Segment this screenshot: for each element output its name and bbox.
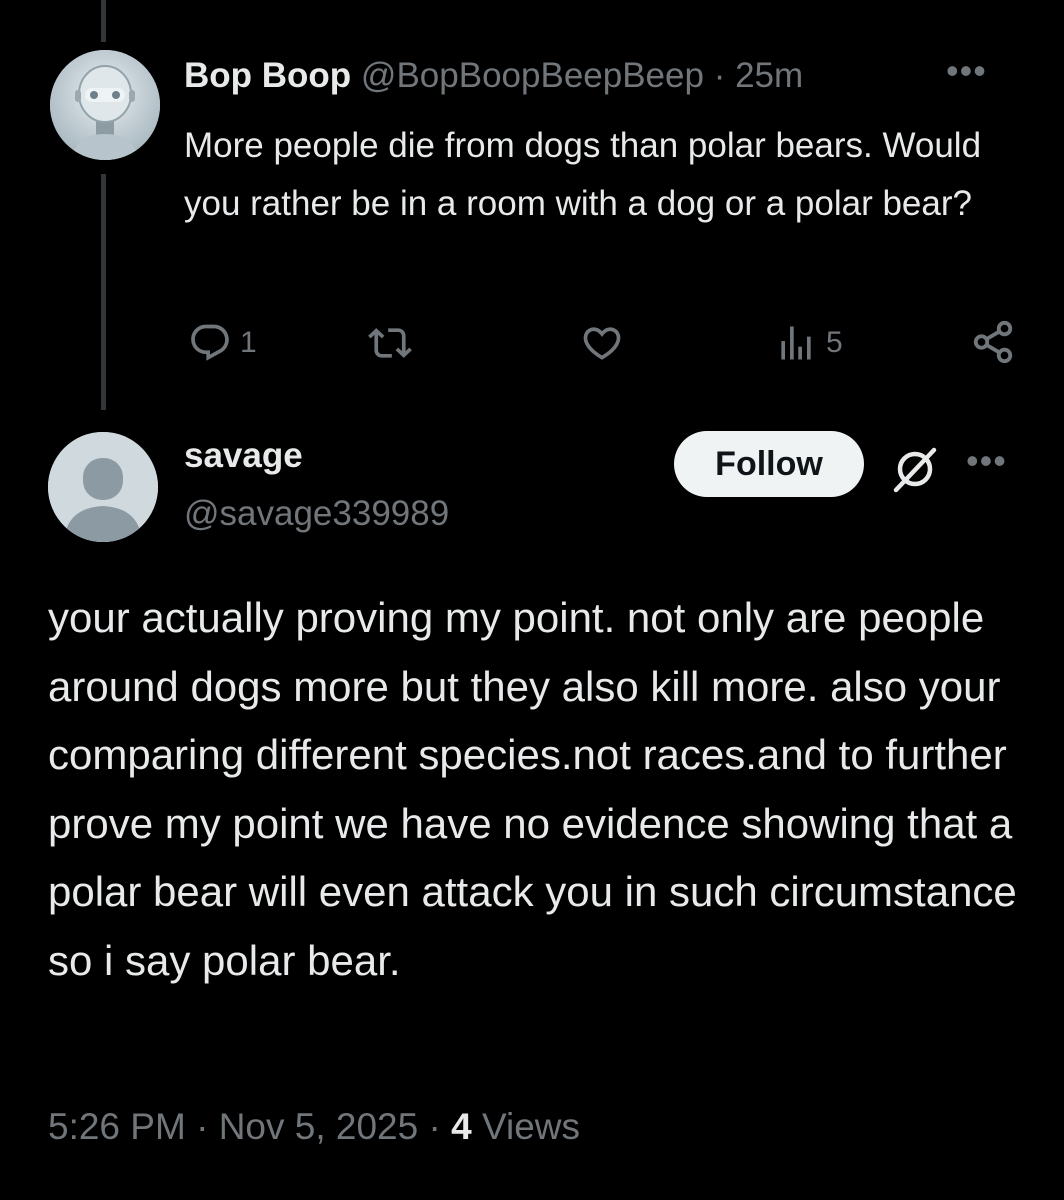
thread-line-top <box>101 0 106 42</box>
follow-button[interactable]: Follow <box>674 431 864 497</box>
views-icon <box>781 326 811 360</box>
thread-line <box>101 174 106 410</box>
separator: · <box>428 1106 441 1147</box>
reply-icon <box>191 324 229 361</box>
reply-button[interactable]: 1 <box>188 321 257 365</box>
more-options-button[interactable]: ••• <box>946 50 987 92</box>
tweet-time[interactable]: 5:26 PM <box>48 1106 186 1147</box>
reply-count: 1 <box>240 326 257 359</box>
default-profile-icon <box>48 432 158 542</box>
views-count: 5 <box>826 326 843 359</box>
original-tweet-text: More people die from dogs than polar bea… <box>184 126 982 223</box>
separator: · <box>196 1106 209 1147</box>
retweet-icon <box>368 328 412 358</box>
retweet-button[interactable] <box>368 321 412 365</box>
tweet-meta-footer: 5:26 PM · Nov 5, 2025 · 4 Views <box>48 1106 580 1148</box>
user-handle[interactable]: @BopBoopBeepBeep <box>361 56 704 95</box>
heart-icon <box>583 327 621 360</box>
tweet-date[interactable]: Nov 5, 2025 <box>219 1106 419 1147</box>
grok-button[interactable] <box>888 442 942 501</box>
reply-tweet-text: your actually proving my point. not only… <box>48 594 1017 984</box>
views-label: Views <box>481 1106 580 1147</box>
share-icon <box>973 320 1013 364</box>
separator: · <box>713 56 726 95</box>
grok-icon <box>893 447 937 493</box>
share-button[interactable] <box>970 319 1016 365</box>
tweet-time[interactable]: 25m <box>735 56 803 95</box>
original-tweet-header: Bop Boop @BopBoopBeepBeep · 25m <box>184 56 803 96</box>
views-count: 4 <box>451 1106 472 1147</box>
tweet-actions-bar: 1 5 <box>0 315 1064 371</box>
robot-avatar-icon <box>50 50 160 160</box>
reply-display-name[interactable]: savage <box>184 436 303 476</box>
savage-avatar[interactable] <box>48 432 158 542</box>
display-name[interactable]: Bop Boop <box>184 56 351 95</box>
views-button[interactable]: 5 <box>774 321 843 365</box>
reply-user-handle[interactable]: @savage339989 <box>184 494 449 534</box>
bop-boop-avatar[interactable] <box>50 50 160 160</box>
reply-more-options-button[interactable]: ••• <box>966 440 1007 482</box>
like-button[interactable] <box>580 321 624 365</box>
